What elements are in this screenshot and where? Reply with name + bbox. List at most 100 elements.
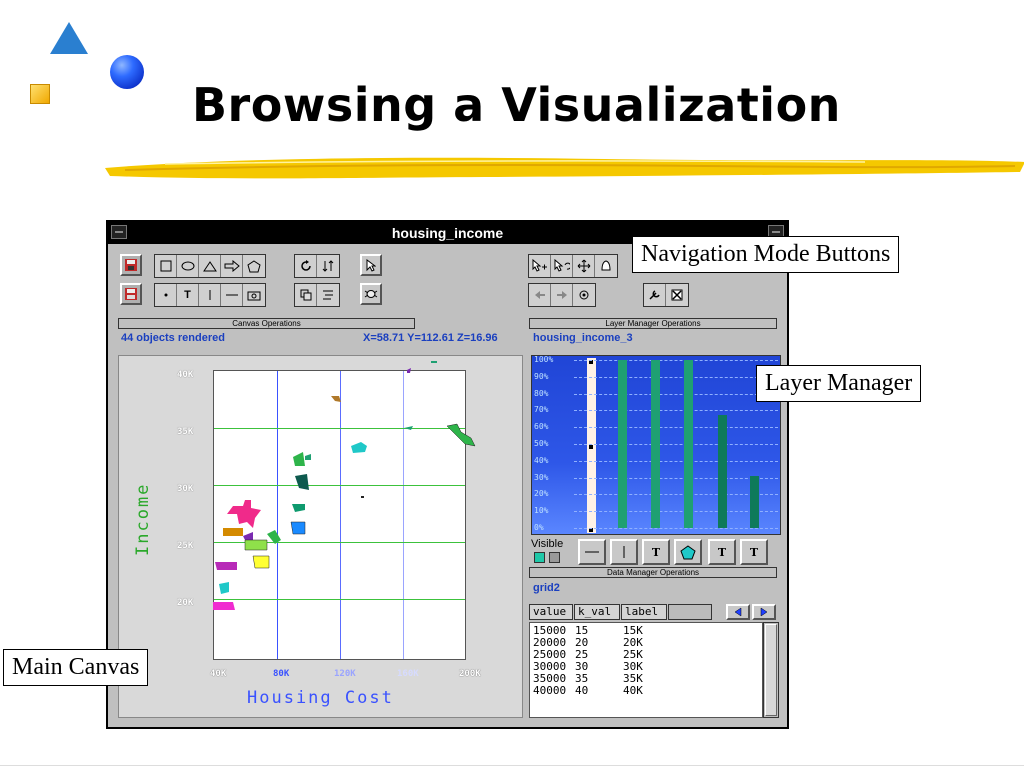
refresh-icon[interactable]	[295, 255, 317, 277]
pointer-icon[interactable]	[360, 254, 382, 276]
ellipse-tool-icon[interactable]	[177, 255, 199, 277]
visible-swatch-off[interactable]	[549, 552, 560, 563]
window-menu-button[interactable]	[111, 225, 127, 239]
data-operations-label: Data Manager Operations	[529, 567, 777, 578]
column-header-label[interactable]: label	[621, 604, 667, 620]
polygon-layer-icon[interactable]	[674, 539, 702, 565]
percent-gridline	[574, 376, 778, 378]
column-header-value[interactable]: value	[529, 604, 573, 620]
state-glyph	[351, 442, 367, 453]
data-table-name: grid2	[533, 582, 560, 594]
percent-gridline	[574, 410, 778, 412]
polygon-tool-icon[interactable]	[243, 255, 265, 277]
annotation-tools-group: T	[154, 283, 266, 307]
image-tool-icon[interactable]	[243, 284, 265, 306]
table-cell: 40000	[533, 684, 567, 697]
home-target-icon[interactable]	[573, 284, 595, 306]
vertical-line-tool-icon[interactable]	[199, 284, 221, 306]
state-glyph	[213, 602, 235, 610]
state-glyph	[244, 539, 268, 551]
percent-gridline	[574, 393, 778, 395]
navigation-mode-group	[528, 254, 618, 278]
percent-gridline	[574, 528, 778, 529]
horizontal-line-layer-icon[interactable]	[578, 539, 606, 565]
swap-icon[interactable]	[317, 255, 339, 277]
sphere-bullet-icon	[110, 55, 144, 89]
wrench-icon[interactable]	[644, 284, 666, 306]
state-glyph	[295, 474, 309, 490]
layer-level-bar[interactable]	[718, 415, 727, 528]
column-header-empty	[668, 604, 712, 620]
state-glyph	[292, 504, 305, 512]
state-glyph	[404, 426, 413, 430]
layer-level-bar[interactable]	[651, 360, 660, 528]
percent-label: 70%	[534, 405, 549, 415]
app-window: housing_income T Canvas Operations Layer…	[106, 220, 789, 729]
bell-navigation-icon[interactable]	[595, 255, 617, 277]
column-header-k-val[interactable]: k_val	[574, 604, 620, 620]
visible-swatch-on[interactable]	[534, 552, 545, 563]
table-cell: 40K	[623, 684, 643, 697]
text-layer-button[interactable]: T	[642, 539, 670, 565]
zoom-navigation-icon[interactable]	[529, 255, 551, 277]
table-row[interactable]: 15000 15 15K	[533, 625, 759, 637]
triangle-bullet-icon	[50, 22, 88, 54]
visible-label: Visible	[531, 538, 564, 550]
table-row[interactable]: 30000 30 30K	[533, 661, 759, 673]
percent-gridline	[574, 444, 778, 445]
bug-icon[interactable]	[360, 283, 382, 305]
state-glyph	[361, 496, 364, 498]
state-glyph	[446, 423, 476, 447]
data-table[interactable]: 15000 15 15K 20000 20 20K 25000 25 25K 30000 30 30K…	[529, 622, 763, 718]
percent-gridline	[574, 427, 778, 429]
duplicate-icon[interactable]	[295, 284, 317, 306]
layer-level-bar[interactable]	[750, 475, 759, 528]
percent-label: 30%	[534, 472, 549, 482]
state-glyph	[219, 582, 229, 594]
align-icon[interactable]	[317, 284, 339, 306]
visibility-marker[interactable]	[589, 445, 593, 449]
state-glyph	[407, 368, 411, 373]
callout-main-canvas: Main Canvas	[3, 649, 149, 686]
square-bullet-icon	[30, 84, 50, 104]
text-layer-button-2[interactable]: T	[708, 539, 736, 565]
rectangle-tool-icon[interactable]	[155, 255, 177, 277]
table-row[interactable]: 35000 35 35K	[533, 673, 759, 685]
data-table-scrollbar[interactable]	[763, 622, 779, 718]
state-glyphs	[213, 361, 476, 610]
state-glyph	[331, 396, 341, 402]
main-canvas[interactable]: 40K 35K 30K 25K 20K 40K 80K 120K 160K 20…	[118, 355, 523, 718]
table-row[interactable]: 25000 25 25K	[533, 649, 759, 661]
layer-level-bar[interactable]	[618, 360, 627, 528]
slide-title: Browsing a Visualization	[192, 78, 841, 132]
percent-label: 80%	[534, 388, 549, 398]
edit-tools-group	[294, 254, 340, 278]
table-row[interactable]: 20000 20 20K	[533, 637, 759, 649]
table-row[interactable]: 40000 40 40K	[533, 685, 759, 697]
layer-operations-label: Layer Manager Operations	[529, 318, 777, 329]
scroll-right-icon[interactable]	[752, 604, 776, 620]
back-arrow-icon[interactable]	[529, 284, 551, 306]
history-nav-group	[528, 283, 596, 307]
forward-arrow-icon[interactable]	[551, 284, 573, 306]
arrow-tool-icon[interactable]	[221, 255, 243, 277]
layer-manager-panel[interactable]: 100% 90% 80% 70% 60% 50% 40% 30% 20% 10% 0%	[531, 355, 781, 535]
scroll-left-icon[interactable]	[726, 604, 750, 620]
rotate-navigation-icon[interactable]	[551, 255, 573, 277]
scrollbar-thumb[interactable]	[765, 624, 777, 716]
percent-label: 100%	[534, 355, 554, 364]
text-layer-button-3[interactable]: T	[740, 539, 768, 565]
horizontal-line-tool-icon[interactable]	[221, 284, 243, 306]
vertical-line-layer-icon[interactable]	[610, 539, 638, 565]
percent-gridline	[574, 511, 778, 513]
callout-navigation-mode-buttons: Navigation Mode Buttons	[632, 236, 900, 273]
state-glyph	[223, 528, 243, 536]
triangle-tool-icon[interactable]	[199, 255, 221, 277]
save-icon[interactable]	[120, 254, 142, 276]
text-tool-button[interactable]: T	[177, 284, 199, 306]
close-box-icon[interactable]	[666, 284, 688, 306]
point-tool-icon[interactable]	[155, 284, 177, 306]
pan-navigation-icon[interactable]	[573, 255, 595, 277]
save-as-icon[interactable]	[120, 283, 142, 305]
layer-level-bar[interactable]	[684, 360, 693, 528]
